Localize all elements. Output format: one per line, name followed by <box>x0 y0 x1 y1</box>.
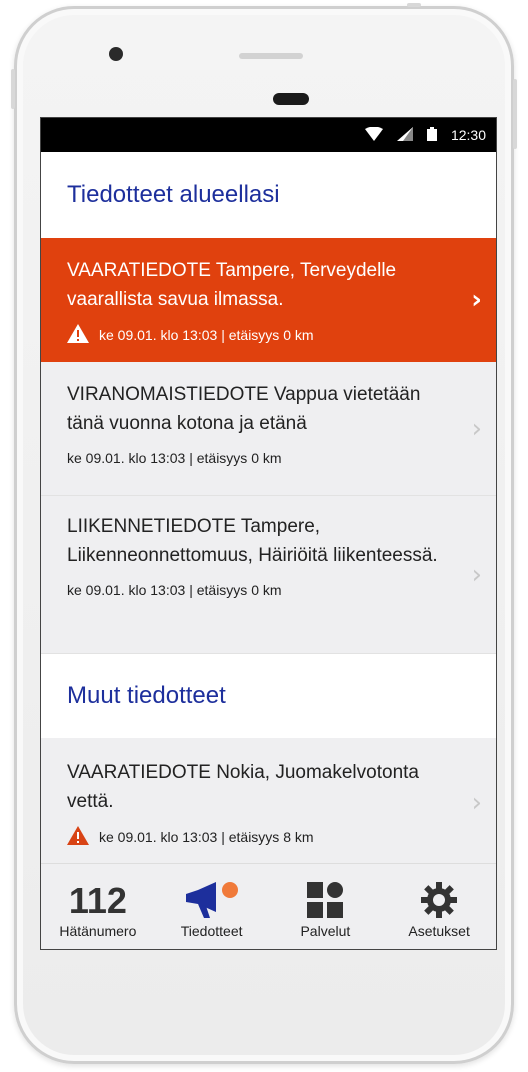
warning-triangle-icon <box>67 324 89 346</box>
section-title-other: Muut tiedotteet <box>41 654 496 738</box>
tab-label: Tiedotteet <box>180 923 243 939</box>
tab-label: Palvelut <box>300 923 351 939</box>
bulletin-item-warning[interactable]: VAARATIEDOTE Nokia, Juomakelvotonta vett… <box>41 738 496 868</box>
earpiece-speaker <box>239 53 303 59</box>
emergency-112-icon: 112 <box>68 880 127 921</box>
chevron-right-icon: › <box>471 559 482 590</box>
bulletin-headline: VIRANOMAISTIEDOTE Vappua vietetään tänä … <box>67 384 421 434</box>
battery-icon <box>426 126 437 144</box>
phone-side-button <box>513 79 517 149</box>
signal-icon <box>396 126 413 144</box>
bulletin-item-danger[interactable]: VAARATIEDOTE Tampere, Terveydelle vaaral… <box>41 238 496 362</box>
bulletin-headline: VAARATIEDOTE Tampere, Terveydelle vaaral… <box>67 260 397 310</box>
megaphone-icon <box>182 880 242 923</box>
phone-side-button <box>11 69 15 109</box>
bulletin-item[interactable]: LIIKENNETIEDOTE Tampere, Liikenneonnetto… <box>41 496 496 654</box>
bottom-tab-bar: 112 Hätänumero Tiedotteet Palvelut Asetu… <box>41 863 496 949</box>
bulletin-item[interactable]: VIRANOMAISTIEDOTE Vappua vietetään tänä … <box>41 362 496 496</box>
chevron-right-icon: › <box>471 285 482 315</box>
status-bar: 12:30 <box>41 118 496 152</box>
section-title-local: Tiedotteet alueellasi <box>67 181 280 208</box>
bulletin-meta: ke 09.01. klo 13:03 | etäisyys 0 km <box>67 582 282 598</box>
phone-screen: 12:30 Tiedotteet alueellasi VAARATIEDOTE… <box>40 117 497 950</box>
bulletin-meta: ke 09.01. klo 13:03 | etäisyys 0 km <box>67 450 282 466</box>
tab-label: Hätänumero <box>59 923 137 939</box>
wifi-icon <box>364 126 383 144</box>
tab-bulletins[interactable]: Tiedotteet <box>155 864 269 949</box>
gear-icon <box>420 881 458 922</box>
bulletin-headline: VAARATIEDOTE Nokia, Juomakelvotonta vett… <box>67 762 419 812</box>
tab-services[interactable]: Palvelut <box>269 864 383 949</box>
tab-settings[interactable]: Asetukset <box>382 864 496 949</box>
bulletin-headline: LIIKENNETIEDOTE Tampere, Liikenneonnetto… <box>67 516 438 566</box>
grid-icon <box>307 881 344 921</box>
chevron-right-icon: › <box>471 787 482 818</box>
tab-label: Asetukset <box>408 923 470 939</box>
tab-emergency-number[interactable]: 112 Hätänumero <box>41 864 155 949</box>
chevron-right-icon: › <box>471 413 482 444</box>
front-camera <box>109 47 123 61</box>
bulletin-meta: ke 09.01. klo 13:03 | etäisyys 8 km <box>67 826 446 848</box>
proximity-sensor <box>273 93 309 105</box>
warning-triangle-icon <box>67 826 89 848</box>
bulletin-meta: ke 09.01. klo 13:03 | etäisyys 0 km <box>67 324 446 346</box>
phone-top-button <box>407 3 421 7</box>
status-time: 12:30 <box>450 127 486 143</box>
